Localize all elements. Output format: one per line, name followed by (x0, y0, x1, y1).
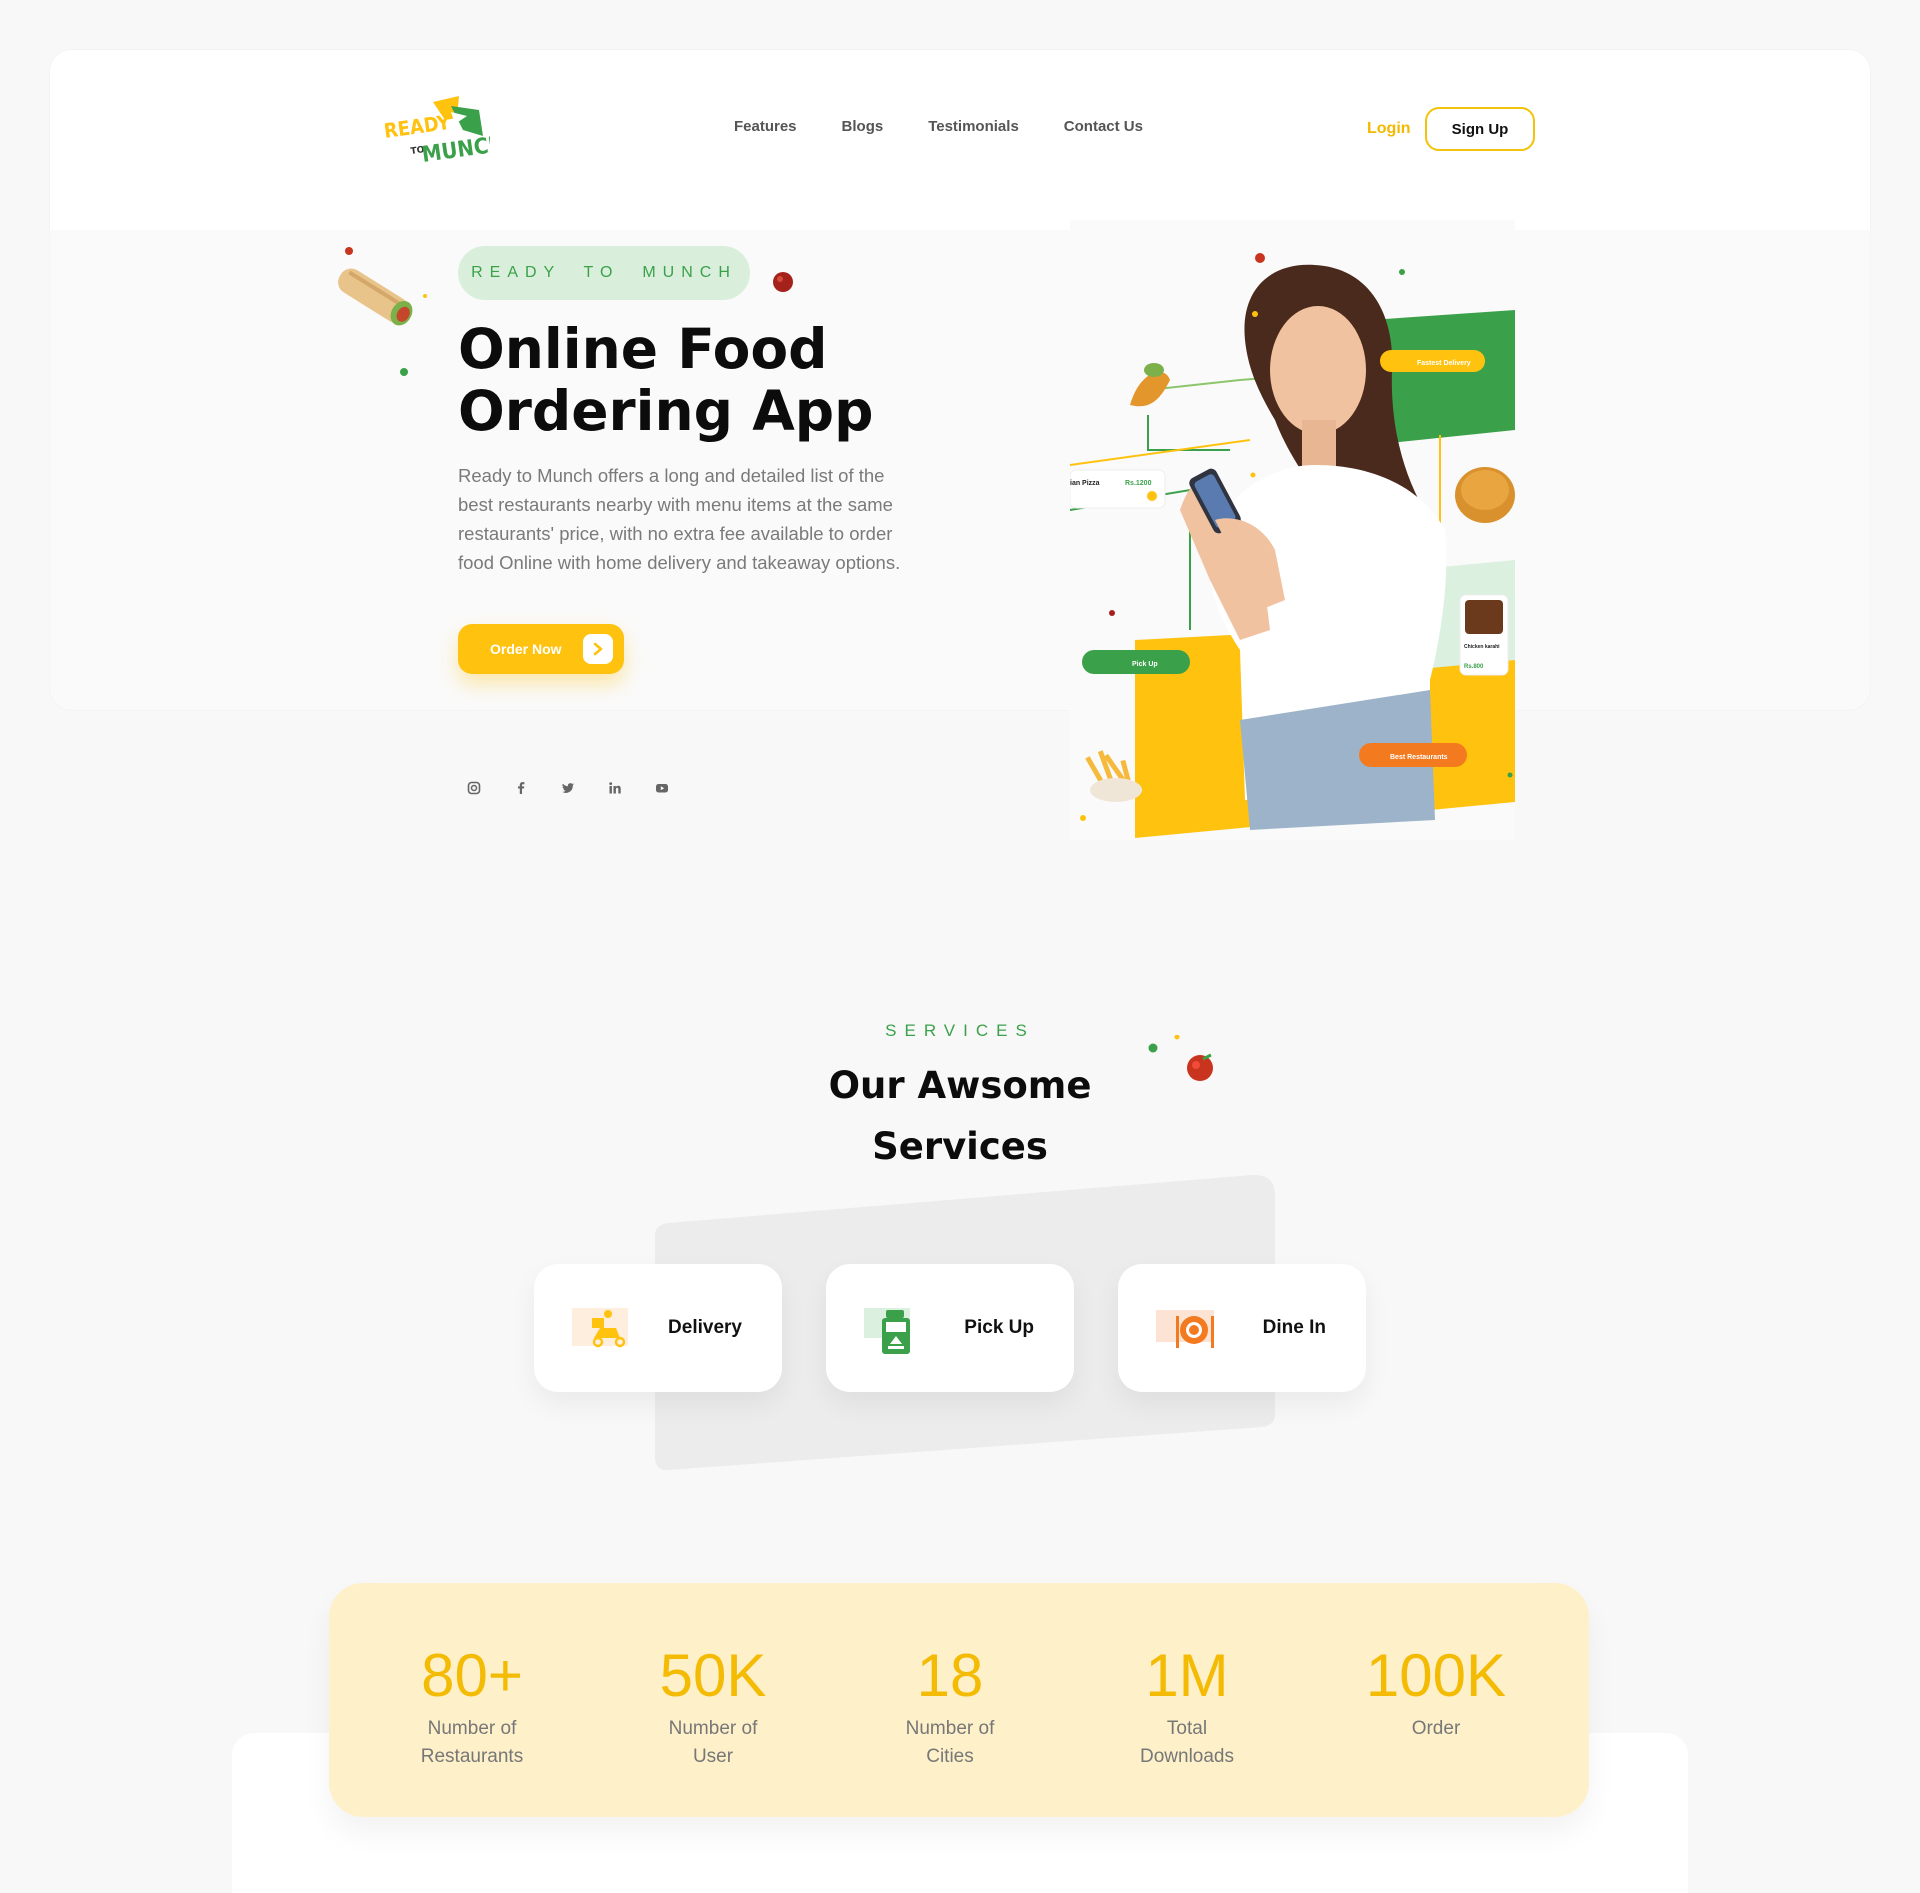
stat-label: Order (1336, 1715, 1536, 1743)
services-eyebrow: SERVICES (885, 1021, 1035, 1040)
order-now-button[interactable]: Order Now (458, 624, 624, 674)
ready-to-munch-logo[interactable]: READY TO MUNCH (385, 90, 490, 170)
nav-link-contact-us[interactable]: Contact Us (1064, 118, 1143, 135)
pizza-card-name: ian Pizza (1070, 480, 1100, 487)
social-links (466, 780, 701, 796)
hero-title: Online Food Ordering App (458, 318, 978, 442)
stat-label-line2: Cities (926, 1746, 974, 1767)
nav-link-testimonials[interactable]: Testimonials (928, 118, 1019, 135)
nav-link-blogs[interactable]: Blogs (842, 118, 884, 135)
dish-card-name: Chicken karahi (1464, 644, 1500, 650)
tag-best-restaurants: Best Restaurants (1390, 754, 1448, 761)
services-title-line2: Services (872, 1125, 1048, 1168)
logo-text-ready: READY (385, 110, 453, 143)
pizza-card-price: Rs.1200 (1125, 480, 1152, 487)
stat-label-line1: Number of (905, 1718, 995, 1739)
stat-label-line1: Total (1166, 1718, 1208, 1739)
stat-label-line1: Number of (427, 1718, 517, 1739)
stat-orders: 100K Order (1336, 1643, 1536, 1743)
chevron-right-icon (583, 634, 613, 664)
stat-label-line2: Downloads (1140, 1746, 1234, 1767)
hero-title-line1: Online Food (458, 317, 828, 381)
stat-value: 50K (659, 1642, 767, 1709)
tomato-icon (773, 272, 793, 292)
hero-description: Ready to Munch offers a long and detaile… (458, 465, 901, 573)
stat-label: Number of Restaurants (372, 1715, 572, 1771)
dish-card-price: Rs.800 (1464, 664, 1484, 670)
stat-cities: 18 Number of Cities (850, 1643, 1050, 1771)
stat-label: Number of User (613, 1715, 813, 1771)
stat-value: 100K (1365, 1642, 1507, 1709)
services-title-line1: Our Awsome (828, 1064, 1092, 1107)
facebook-icon[interactable] (513, 780, 529, 796)
stat-restaurants: 80+ Number of Restaurants (372, 1643, 572, 1771)
hero-eyebrow-pill: READY TO MUNCH (458, 246, 750, 300)
tag-pick-up: Pick Up (1132, 661, 1158, 668)
service-name-pick-up: Pick Up (964, 1317, 1034, 1338)
login-link[interactable]: Login (1367, 120, 1411, 138)
twitter-icon[interactable] (560, 780, 576, 796)
stat-label-line1: Order (1411, 1718, 1461, 1739)
linkedin-icon[interactable] (607, 780, 623, 796)
stat-label-line1: Number of (668, 1718, 758, 1739)
service-name-delivery: Delivery (668, 1317, 742, 1338)
stat-users: 50K Number of User (613, 1643, 813, 1771)
stat-value: 18 (916, 1642, 984, 1709)
stat-label: Total Downloads (1087, 1715, 1287, 1771)
header-bar (50, 50, 1870, 230)
service-card-pick-up[interactable]: Pick Up (826, 1264, 1074, 1392)
hero-title-line2: Ordering App (458, 379, 874, 443)
youtube-icon[interactable] (654, 780, 670, 796)
stat-value: 1M (1145, 1642, 1229, 1709)
service-card-dine-in[interactable]: Dine In (1118, 1264, 1366, 1392)
main-nav: Features Blogs Testimonials Contact Us (734, 118, 1188, 135)
nav-link-features[interactable]: Features (734, 118, 797, 135)
stat-label-line2: User (692, 1746, 734, 1767)
stat-label: Number of Cities (850, 1715, 1050, 1771)
tag-fastest-delivery: Fastest Delivery (1417, 360, 1471, 367)
hero-woman-phone-image: Fastest Delivery Pick Up Best Restaurant… (1070, 220, 1515, 840)
stats-panel: 80+ Number of Restaurants 50K Number of … (329, 1583, 1589, 1817)
stat-label-line2: Restaurants (420, 1746, 524, 1767)
instagram-icon[interactable] (466, 780, 482, 796)
green-dot-decor (400, 368, 408, 376)
service-name-dine-in: Dine In (1262, 1317, 1326, 1338)
services-title: Our Awsome Services (760, 1055, 1160, 1177)
service-card-delivery[interactable]: Delivery (534, 1264, 782, 1392)
stat-value: 80+ (421, 1642, 523, 1709)
burrito-wrap-icon (338, 247, 427, 326)
order-now-label: Order Now (490, 641, 562, 657)
stat-downloads: 1M Total Downloads (1087, 1643, 1287, 1771)
chili-decor-icon (1148, 1035, 1213, 1081)
signup-button[interactable]: Sign Up (1425, 107, 1535, 151)
logo-text-munch: MUNCH (420, 132, 490, 168)
